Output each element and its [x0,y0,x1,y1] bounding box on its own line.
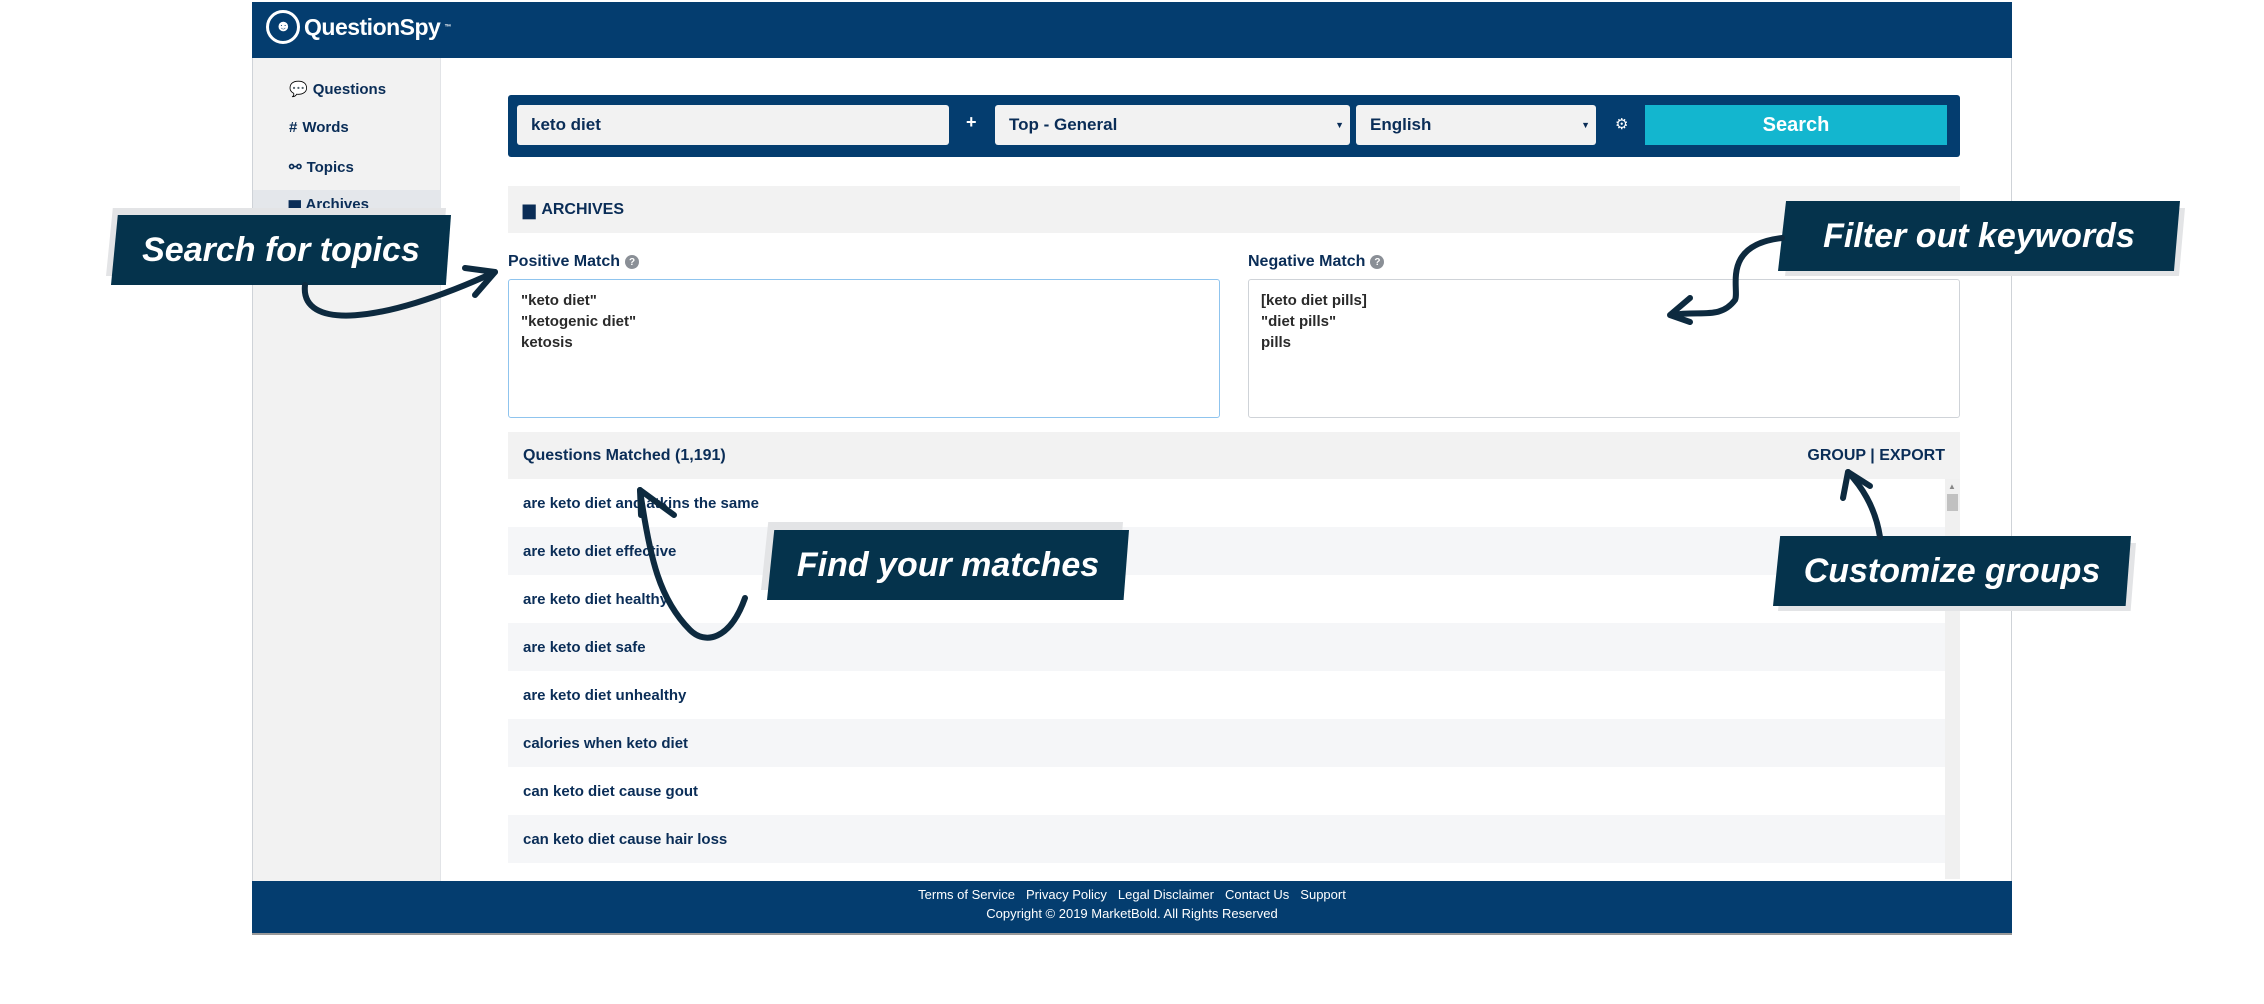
sidebar-item-topics[interactable]: ⚯ Topics [289,158,354,177]
link-icon: ⚯ [289,159,302,176]
callout-find-matches: Find your matches [767,530,1129,600]
sidebar-item-label: Words [302,119,349,136]
help-icon[interactable]: ? [1370,255,1385,269]
list-item[interactable]: can keto diet cause gout [508,767,1945,815]
comments-icon: 💬 [289,81,308,98]
caret-down-icon: ▼ [1335,120,1344,130]
list-item[interactable] [508,863,1945,879]
export-link[interactable]: EXPORT [1879,447,1945,464]
positive-match-textarea[interactable]: "keto diet" "ketogenic diet" ketosis [508,279,1220,418]
positive-match-label: Positive Match? [508,253,640,271]
sidebar-item-label: Topics [306,158,354,176]
negative-match-label: Negative Match? [1248,253,1385,271]
folder-icon: ▆ [523,201,536,219]
archives-header: ▆ ARCHIVES [508,186,1960,233]
results-header: Questions Matched (1,191) GROUP | EXPORT [508,432,1960,479]
app-name: QuestionSpy [304,13,441,40]
archives-title: ARCHIVES [541,200,624,218]
footer: Terms of Service Privacy Policy Legal Di… [252,881,2012,935]
top-header [252,2,2012,58]
support-link[interactable]: Support [1300,887,1346,902]
label-text: Positive Match [508,253,621,270]
sidebar-item-words[interactable]: # Words [289,119,349,136]
callout-filter-keywords: Filter out keywords [1778,201,2180,271]
sidebar-item-questions[interactable]: 💬 Questions [289,80,387,99]
privacy-link[interactable]: Privacy Policy [1026,887,1107,902]
scroll-up-icon[interactable]: ▲ [1948,482,1956,491]
search-input[interactable]: keto diet [517,105,949,145]
negative-match-textarea[interactable]: [keto diet pills] "diet pills" pills [1248,279,1960,418]
help-icon[interactable]: ? [625,255,640,269]
list-item[interactable]: are keto diet unhealthy [508,671,1945,719]
caret-down-icon: ▼ [1581,120,1590,130]
list-item[interactable]: are keto diet effective [508,527,1945,575]
group-link[interactable]: GROUP [1807,447,1865,464]
callout-search-topics: Search for topics [111,215,451,285]
contact-link[interactable]: Contact Us [1225,887,1289,902]
brain-head-icon: ☻ [266,10,300,44]
list-item[interactable]: are keto diet healthy [508,575,1945,623]
list-item[interactable]: calories when keto diet [508,719,1945,767]
search-query: keto diet [531,115,601,134]
disclaimer-link[interactable]: Legal Disclaimer [1118,887,1214,902]
source-select[interactable]: Top - General ▼ [995,105,1350,145]
trademark: ™ [444,23,451,31]
results-count: Questions Matched (1,191) [523,446,726,464]
copyright: Copyright © 2019 MarketBold. All Rights … [986,906,1278,921]
results-list: are keto diet and atkins the same are ke… [508,479,1945,879]
search-button[interactable]: Search [1645,105,1947,145]
language-value: English [1370,115,1432,134]
separator: | [1870,446,1875,464]
terms-link[interactable]: Terms of Service [918,887,1015,902]
language-select[interactable]: English ▼ [1356,105,1596,145]
scroll-thumb[interactable] [1947,494,1958,511]
callout-customize-groups: Customize groups [1773,536,2131,606]
sidebar-item-label: Questions [312,80,387,98]
sidebar: 💬 Questions # Words ⚯ Topics ▆ Archives [253,58,441,881]
source-value: Top - General [1009,115,1118,134]
label-text: Negative Match [1248,253,1366,270]
list-item[interactable]: can keto diet cause hair loss [508,815,1945,863]
plus-icon: + [966,112,977,132]
list-item[interactable]: are keto diet safe [508,623,1945,671]
hashtag-icon: # [289,119,298,136]
logo[interactable]: ☻ QuestionSpy ™ [266,10,451,44]
list-item[interactable]: are keto diet and atkins the same [508,479,1945,527]
gear-icon[interactable]: ⚙ [1615,115,1628,133]
